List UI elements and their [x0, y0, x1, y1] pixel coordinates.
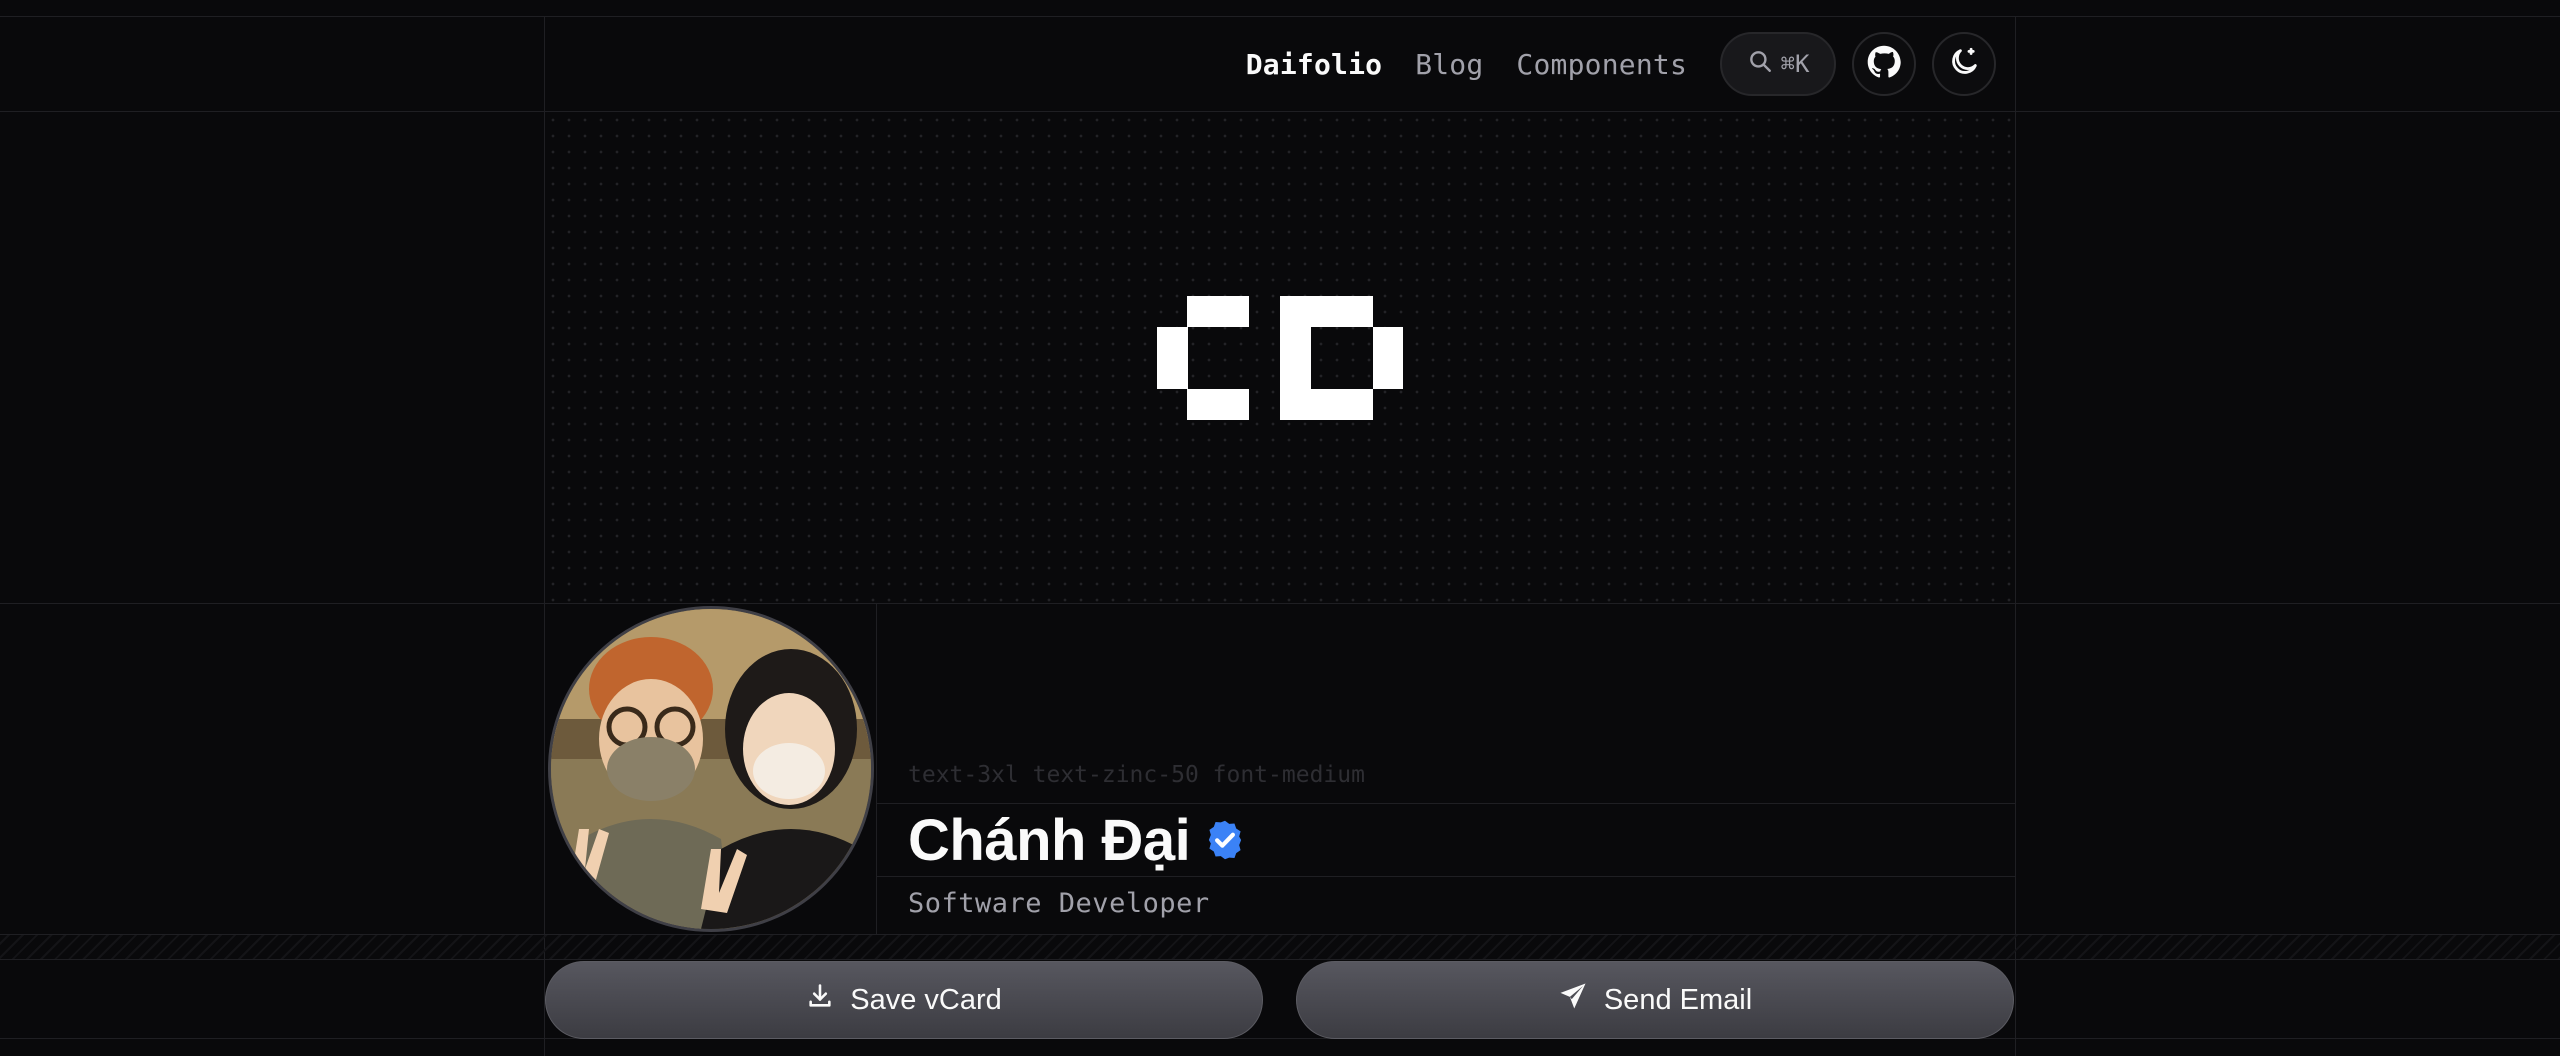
striped-divider — [0, 934, 2560, 960]
github-icon — [1867, 45, 1901, 84]
cover-banner — [545, 112, 2015, 604]
send-email-label: Send Email — [1603, 983, 1753, 1016]
github-button[interactable] — [1852, 32, 1916, 96]
divider — [876, 604, 877, 934]
profile-role: Software Developer — [908, 888, 1210, 919]
nav-link-daifolio[interactable]: Daifolio — [1246, 48, 1382, 81]
theme-toggle-icon — [1947, 45, 1981, 84]
logo — [1157, 296, 1403, 420]
send-icon — [1558, 981, 1588, 1019]
search-icon — [1747, 48, 1773, 80]
nav-link-blog[interactable]: Blog — [1415, 48, 1483, 81]
save-vcard-button[interactable]: Save vCard — [545, 961, 1263, 1039]
page: Daifolio Blog Components ⌘K text-3xl tex… — [0, 0, 2560, 1056]
download-icon — [806, 982, 834, 1018]
divider — [2015, 16, 2016, 1056]
theme-toggle-button[interactable] — [1932, 32, 1996, 96]
profile-name: Chánh Đại — [908, 807, 1191, 873]
header-nav: Daifolio Blog Components ⌘K — [1246, 32, 1996, 96]
save-vcard-label: Save vCard — [850, 983, 1002, 1016]
nav-link-components[interactable]: Components — [1516, 48, 1687, 81]
name-row: Chánh Đại — [876, 803, 2015, 877]
avatar — [548, 606, 874, 932]
classes-hint: text-3xl text-zinc-50 font-medium — [908, 762, 1365, 788]
search-button[interactable]: ⌘K — [1720, 32, 1836, 96]
search-shortcut: ⌘K — [1780, 50, 1810, 78]
verified-badge-icon — [1204, 819, 1246, 861]
divider — [0, 1038, 2560, 1039]
send-email-button[interactable]: Send Email — [1296, 961, 2014, 1039]
divider — [0, 16, 2560, 17]
